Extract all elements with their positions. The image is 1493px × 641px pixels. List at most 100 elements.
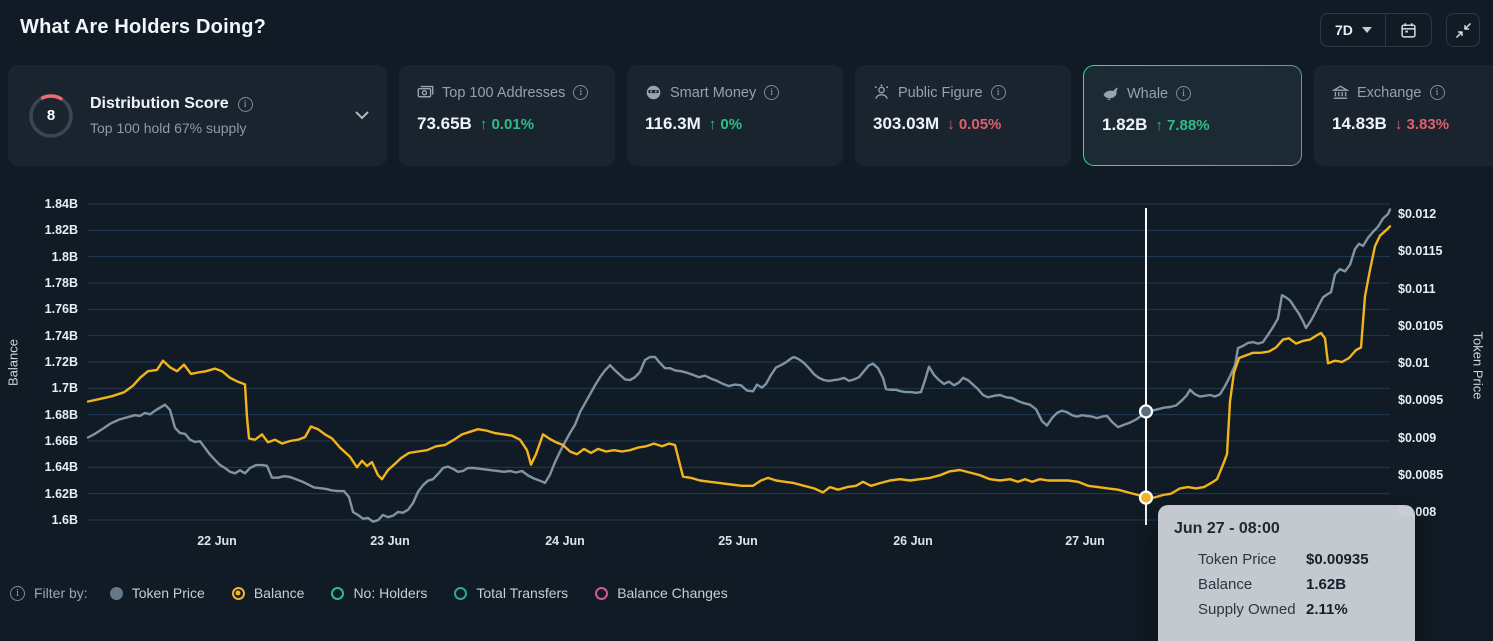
tooltip-row-label: Balance <box>1198 576 1306 593</box>
left-axis-tick: 1.76B <box>0 302 78 316</box>
left-axis-tick: 1.6B <box>0 513 78 527</box>
tooltip-row: Supply Owned2.11% <box>1174 601 1399 618</box>
distribution-score-card[interactable]: 8 Distribution Score i Top 100 hold 67% … <box>8 65 387 166</box>
filter-option-total-transfers[interactable]: Total Transfers <box>454 585 568 601</box>
info-icon[interactable]: i <box>991 85 1006 100</box>
whale-icon <box>1102 85 1119 102</box>
stat-card-value: 73.65B <box>417 114 472 133</box>
tooltip-row: Token Price$0.00935 <box>1174 551 1399 568</box>
filter-option-label: Balance Changes <box>617 585 728 601</box>
tooltip-row-value: $0.00935 <box>1306 551 1399 568</box>
chart-tooltip: Jun 27 - 08:00 Token Price$0.00935Balanc… <box>1158 505 1415 641</box>
left-axis-tick: 1.62B <box>0 487 78 501</box>
distribution-text: Distribution Score i Top 100 hold 67% su… <box>90 95 253 136</box>
x-axis-tick: 23 Jun <box>370 534 410 548</box>
left-axis-tick: 1.72B <box>0 355 78 369</box>
left-axis-tick: 1.8B <box>0 250 78 264</box>
left-axis-tick: 1.78B <box>0 276 78 290</box>
filter-radio-icon[interactable] <box>595 587 608 600</box>
stat-card-value: 14.83B <box>1332 114 1387 133</box>
stat-card-label: Smart Money <box>670 85 756 101</box>
crosshair-price-marker <box>1140 405 1152 417</box>
collapse-button[interactable] <box>1446 13 1480 47</box>
stat-card-change: ↑ 7.88% <box>1155 117 1209 134</box>
stat-card-smart-money[interactable]: Smart Money i 116.3M ↑ 0% <box>627 65 843 166</box>
left-axis-tick: 1.74B <box>0 329 78 343</box>
distribution-gauge: 8 <box>28 93 74 139</box>
range-label[interactable]: 7D <box>1321 22 1353 38</box>
left-axis-tick: 1.64B <box>0 460 78 474</box>
right-axis-tick: $0.0105 <box>1398 319 1443 333</box>
distribution-title: Distribution Score <box>90 95 229 113</box>
stat-card-change: ↓ 0.05% <box>947 116 1001 133</box>
left-axis-tick: 1.66B <box>0 434 78 448</box>
right-axis-tick: $0.009 <box>1398 431 1436 445</box>
right-axis-tick: $0.012 <box>1398 207 1436 221</box>
filter-radio-icon[interactable] <box>331 587 344 600</box>
filter-bar: i Filter by: Token Price Balance No: Holde… <box>10 581 728 605</box>
filter-option-balance[interactable]: Balance <box>232 585 305 601</box>
stat-card-label: Top 100 Addresses <box>442 85 565 101</box>
stat-card-public-figure[interactable]: Public Figure i 303.03M ↓ 0.05% <box>855 65 1071 166</box>
filter-option-token-price[interactable]: Token Price <box>110 585 205 601</box>
x-axis-tick: 25 Jun <box>718 534 758 548</box>
x-axis-tick: 22 Jun <box>197 534 237 548</box>
filter-option-balance-changes[interactable]: Balance Changes <box>595 585 728 601</box>
chevron-down-icon[interactable] <box>355 107 369 125</box>
distribution-score-value: 8 <box>28 93 74 139</box>
info-icon[interactable]: i <box>764 85 779 100</box>
stat-card-top-100-addresses[interactable]: Top 100 Addresses i 73.65B ↑ 0.01% <box>399 65 615 166</box>
left-axis-tick: 1.68B <box>0 408 78 422</box>
stat-card-value: 303.03M <box>873 114 939 133</box>
tooltip-row-value: 2.11% <box>1306 601 1399 618</box>
collapse-icon <box>1455 22 1472 39</box>
x-axis-tick: 24 Jun <box>545 534 585 548</box>
filter-radio-icon[interactable] <box>110 587 123 600</box>
x-axis-tick: 26 Jun <box>893 534 933 548</box>
stat-card-change: ↓ 3.83% <box>1395 116 1449 133</box>
info-icon[interactable]: i <box>10 586 25 601</box>
date-range-selector[interactable]: 7D <box>1320 13 1432 47</box>
info-icon[interactable]: i <box>1176 86 1191 101</box>
tooltip-title: Jun 27 - 08:00 <box>1174 520 1399 538</box>
filter-option-no-holders[interactable]: No: Holders <box>331 585 427 601</box>
filter-option-label: Balance <box>254 585 305 601</box>
stat-card-label: Public Figure <box>898 85 983 101</box>
tooltip-row-label: Supply Owned <box>1198 601 1306 618</box>
selected-card-border: Whalei 1.82B ↑ 7.88% <box>1083 65 1302 166</box>
stat-card-change: ↑ 0.01% <box>480 116 534 133</box>
stat-card-value: 1.82B <box>1102 115 1147 134</box>
crosshair-balance-marker <box>1140 492 1152 504</box>
stat-card-label: Whale <box>1127 86 1168 102</box>
tooltip-row-value: 1.62B <box>1306 576 1399 593</box>
holders-panel: What Are Holders Doing? 7D <box>0 0 1493 641</box>
x-axis-tick: 27 Jun <box>1065 534 1105 548</box>
info-icon[interactable]: i <box>238 97 253 112</box>
right-axis-title: Token Price <box>1471 325 1486 407</box>
chart-plot[interactable] <box>88 204 1390 520</box>
public-figure-icon <box>873 84 890 101</box>
left-axis-tick: 1.82B <box>0 223 78 237</box>
stat-card-change: ↑ 0% <box>709 116 742 133</box>
smart-money-icon <box>645 84 662 101</box>
tooltip-row-label: Token Price <box>1198 551 1306 568</box>
right-axis-tick: $0.011 <box>1398 282 1436 296</box>
info-icon[interactable]: i <box>573 85 588 100</box>
filter-by-label: Filter by: <box>34 585 88 601</box>
calendar-icon[interactable] <box>1386 22 1431 39</box>
filter-options: Token Price Balance No: Holders Total Trans… <box>110 585 728 601</box>
info-icon[interactable]: i <box>1430 85 1445 100</box>
stat-card-exchange[interactable]: Exchange i 14.83B ↓ 3.83% <box>1314 65 1493 166</box>
filter-radio-icon[interactable] <box>232 587 245 600</box>
stat-card-whale[interactable]: Whalei 1.82B ↑ 7.88% <box>1084 66 1301 165</box>
right-axis-tick: $0.0085 <box>1398 468 1443 482</box>
stat-card-label: Exchange <box>1357 85 1422 101</box>
money-icon <box>417 84 434 101</box>
distribution-subtitle: Top 100 hold 67% supply <box>90 120 253 136</box>
holder-stat-cards: 8 Distribution Score i Top 100 hold 67% … <box>8 65 1493 166</box>
filter-option-label: Token Price <box>132 585 205 601</box>
page-title: What Are Holders Doing? <box>20 16 266 39</box>
stat-card-value: 116.3M <box>645 114 701 133</box>
filter-radio-icon[interactable] <box>454 587 467 600</box>
right-axis-tick: $0.01 <box>1398 356 1429 370</box>
